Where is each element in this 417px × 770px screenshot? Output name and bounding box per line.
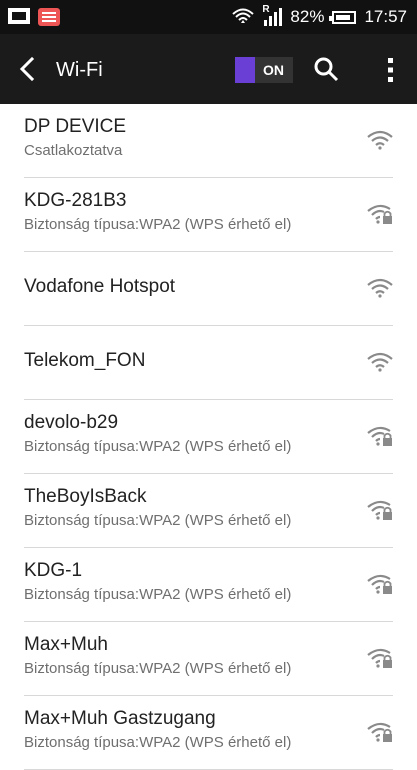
network-status: Biztonság típusa:WPA2 (WPS érhető el): [24, 216, 292, 233]
battery-percent: 82%: [290, 7, 325, 26]
wifi-status-icon: [232, 8, 255, 23]
wifi-icon: [367, 130, 393, 150]
search-icon[interactable]: [313, 56, 339, 82]
signal-icon: R: [262, 4, 283, 26]
wifi-toggle[interactable]: ON: [235, 57, 293, 83]
network-name: Vodafone Hotspot: [24, 276, 176, 297]
network-status: Biztonság típusa:WPA2 (WPS érhető el): [24, 660, 292, 677]
network-item[interactable]: Vodafone Hotspot: [24, 252, 393, 326]
wifi-secured-icon: [367, 722, 392, 742]
toggle-accent: [235, 57, 255, 83]
wifi-secured-icon: [367, 204, 392, 224]
wifi-icon: [367, 278, 393, 298]
network-status: Biztonság típusa:WPA2 (WPS érhető el): [24, 438, 292, 455]
toolbar: Wi-Fi ON: [0, 34, 417, 104]
network-status: Biztonság típusa:WPA2 (WPS érhető el): [24, 512, 292, 529]
network-item[interactable]: KDG-281B3 Biztonság típusa:WPA2 (WPS érhe…: [24, 178, 393, 252]
network-name: DP DEVICE: [24, 116, 127, 137]
wifi-secured-icon: [367, 574, 392, 594]
battery-icon: [329, 10, 357, 24]
status-bar-left: [8, 8, 60, 26]
network-item[interactable]: Max+Muh Biztonság típusa:WPA2 (WPS érhető…: [24, 622, 393, 696]
wifi-icon: [367, 352, 393, 372]
wifi-secured-icon: [367, 426, 392, 446]
status-bar-right: R 82% 17:57: [232, 4, 407, 27]
network-name: Max+Muh Gastzugang: [24, 708, 216, 729]
network-item[interactable]: KDG-1 Biztonság típusa:WPA2 (WPS érhető e…: [24, 548, 393, 622]
network-status: Biztonság típusa:WPA2 (WPS érhető el): [24, 586, 292, 603]
page-title: Wi-Fi: [56, 59, 103, 81]
network-name: Telekom_FON: [24, 350, 146, 371]
network-name: TheBoyIsBack: [24, 486, 147, 507]
status-bar: R 82% 17:57: [0, 0, 417, 34]
network-item[interactable]: Telekom_FON: [24, 326, 393, 400]
network-name: KDG-281B3: [24, 190, 127, 211]
back-arrow-icon[interactable]: [16, 56, 38, 82]
network-name: devolo-b29: [24, 412, 119, 433]
network-status: Csatlakoztatva: [24, 142, 123, 159]
network-item[interactable]: devolo-b29 Biztonság típusa:WPA2 (WPS érh…: [24, 400, 393, 474]
notification-square-icon: [8, 8, 30, 24]
network-item[interactable]: Max+Muh Gastzugang Biztonság típusa:WPA2 …: [24, 696, 393, 770]
more-options-icon[interactable]: [380, 55, 400, 85]
network-name: KDG-1: [24, 560, 83, 581]
network-status: Biztonság típusa:WPA2 (WPS érhető el): [24, 734, 292, 751]
network-list: DP DEVICE Csatlakoztatva KDG-281B3 Biztonsá…: [0, 104, 417, 770]
network-item[interactable]: TheBoyIsBack Biztonság típusa:WPA2 (WPS é…: [24, 474, 393, 548]
network-name: Max+Muh: [24, 634, 108, 655]
app-notification-icon: [38, 8, 60, 26]
toggle-label: ON: [263, 62, 284, 78]
status-time: 17:57: [364, 7, 407, 26]
wifi-secured-icon: [367, 648, 392, 668]
network-item[interactable]: DP DEVICE Csatlakoztatva: [24, 104, 393, 178]
wifi-secured-icon: [367, 500, 392, 520]
